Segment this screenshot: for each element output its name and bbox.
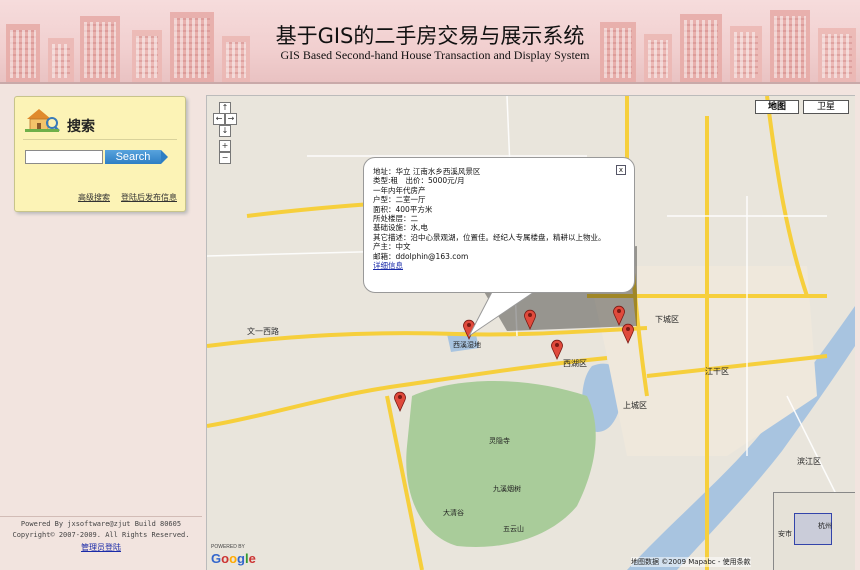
map-marker-icon[interactable] [462, 318, 476, 340]
zoom-in-button[interactable]: + [219, 140, 231, 152]
google-logo[interactable]: POWERED BY Google [211, 544, 256, 568]
map-marker-icon[interactable] [621, 322, 635, 344]
satellite-type-button[interactable]: 卫星 [803, 100, 849, 114]
map-type-button[interactable]: 地图 [755, 100, 799, 114]
sidebar: 搜索 Search 高级搜索 登陆后发布信息 Powered By jxsoft… [0, 84, 202, 569]
map-canvas[interactable]: 文一西路 西溪湿地 西湖区 滨江区 江干区 下城区 上城区 灵隐寺 九溪烟树 大… [206, 95, 855, 570]
map-marker-icon[interactable] [393, 390, 407, 412]
page-subtitle: GIS Based Second-hand House Transaction … [280, 48, 590, 62]
info-owner: 产主：中文 [373, 242, 411, 252]
page-title: 基于GIS的二手房交易与展示系统 [275, 24, 585, 48]
map-label: 灵隐寺 [489, 437, 510, 445]
overview-label: 杭州 [818, 522, 832, 530]
login-publish-link[interactable]: 登陆后发布信息 [121, 192, 177, 203]
google-wordmark: Google [211, 551, 256, 566]
info-description: 其它描述：沿中心景观湖，位置佳。经纪人专属楼盘，精耕以上物业。 [373, 232, 606, 242]
info-facilities: 基础设施：水,电 [373, 223, 428, 233]
pan-left-button[interactable]: ← [213, 113, 225, 125]
info-area: 面积：400平方米 [373, 204, 433, 214]
powered-by-label: POWERED BY [211, 544, 245, 550]
info-layout: 户型：二室一厅 [373, 195, 426, 205]
close-icon[interactable]: x [616, 165, 626, 175]
powered-by-text: Powered By jxsoftware@zjut Build 80605 [20, 520, 182, 528]
overview-label: 安市 [778, 530, 792, 538]
search-panel: 搜索 Search 高级搜索 登陆后发布信息 [14, 96, 186, 212]
divider [23, 139, 177, 140]
info-address: 地址：华立 江南水乡西溪风景区 [373, 167, 481, 176]
info-type-price: 类型:租 出价：5000元/月 [373, 176, 465, 186]
admin-login-link[interactable]: 管理员登陆 [0, 542, 202, 553]
map-label: 江干区 [705, 367, 729, 376]
map-label: 西溪湿地 [453, 341, 481, 349]
info-window: x 地址：华立 江南水乡西溪风景区 类型:租 出价：5000元/月 一年内年代房… [363, 157, 635, 293]
advanced-search-link[interactable]: 高级搜索 [78, 192, 110, 203]
overview-map[interactable]: 安市 杭州 [773, 492, 855, 570]
map-label: 上城区 [623, 401, 647, 410]
map-label: 下城区 [655, 315, 679, 324]
map-copyright[interactable]: 地图数据 ©2009 Mapabc - 使用条款 [631, 557, 751, 567]
map-label: 西湖区 [563, 359, 587, 368]
search-button[interactable]: Search [105, 150, 168, 164]
search-title: 搜索 [67, 119, 95, 135]
map-marker-icon[interactable] [550, 338, 564, 360]
info-email: 邮箱：ddolphin@163.com [373, 251, 469, 261]
pan-down-button[interactable]: ↓ [219, 125, 231, 137]
map-label: 九溪烟树 [493, 485, 521, 493]
header-banner: 基于GIS的二手房交易与展示系统 GIS Based Second-hand H… [0, 0, 860, 84]
sidebar-footer: Powered By jxsoftware@zjut Build 80605 C… [0, 516, 202, 553]
search-input[interactable] [25, 150, 103, 164]
zoom-out-button[interactable]: − [219, 152, 231, 164]
map-label: 滨江区 [797, 457, 821, 466]
copyright-text: Copyright© 2007-2009. All Rights Reserve… [12, 531, 190, 539]
pan-right-button[interactable]: → [225, 113, 237, 125]
map-label: 文一西路 [247, 327, 279, 336]
map-marker-icon[interactable] [523, 308, 537, 330]
details-link[interactable]: 详细信息 [373, 261, 606, 270]
map-label: 五云山 [503, 525, 524, 533]
house-search-icon [25, 109, 60, 132]
info-window-body: 地址：华立 江南水乡西溪风景区 类型:租 出价：5000元/月 一年内年代房产 … [373, 167, 606, 270]
info-age: 一年内年代房产 [373, 185, 426, 195]
map-label: 大清谷 [443, 509, 464, 517]
